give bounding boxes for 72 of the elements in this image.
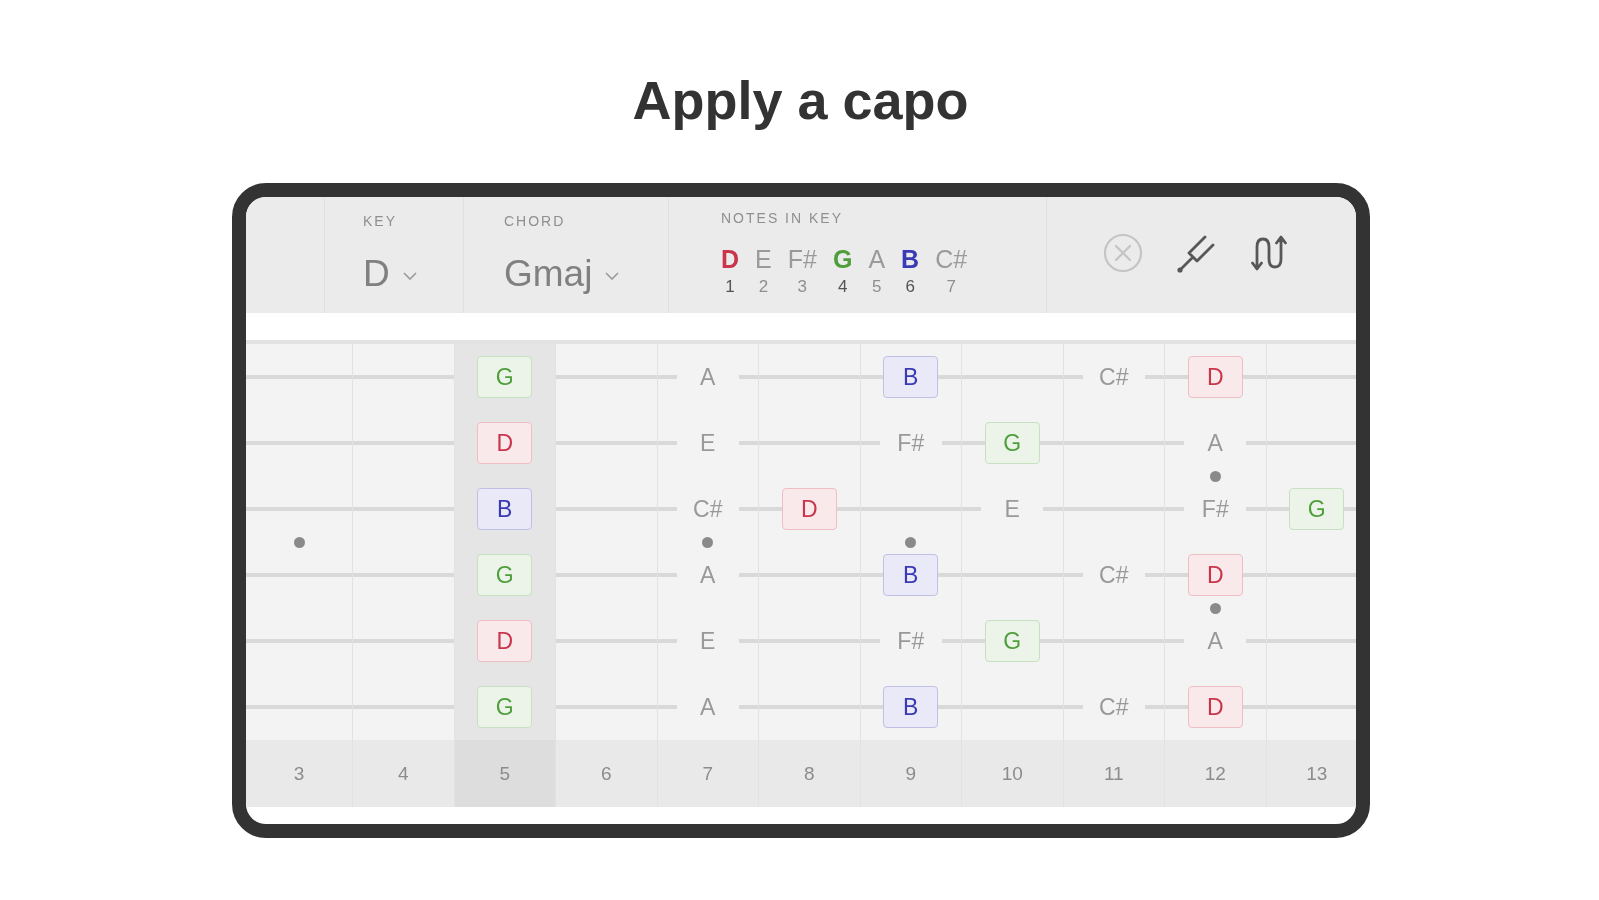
notes-in-key-label: NOTES IN KEY	[721, 210, 844, 226]
inlay-dot-icon	[293, 536, 305, 548]
scale-degree: 5	[872, 277, 882, 297]
scale-note: C#	[692, 495, 724, 523]
scale-note: A	[699, 363, 717, 391]
inlay-dot-icon	[905, 536, 917, 548]
scale-note: F#	[896, 627, 926, 655]
scale-degree: 1	[725, 277, 735, 297]
fret-number: 9	[860, 740, 961, 807]
inlay-dot-icon	[1209, 602, 1221, 614]
scale-note: E	[699, 627, 717, 655]
inlay-dot-icon	[1209, 470, 1221, 482]
chord-note: B	[883, 686, 939, 728]
chord-note: D	[1187, 554, 1243, 596]
fret-number: 7	[657, 740, 758, 807]
fret-number: 5	[454, 740, 555, 807]
clear-icon	[1103, 233, 1143, 273]
chord-note: G	[984, 620, 1040, 662]
chord-note: G	[477, 686, 533, 728]
chord-note: D	[1187, 686, 1243, 728]
page-title: Apply a capo	[632, 69, 969, 132]
fret-number: 13	[1266, 740, 1356, 807]
key-note: D	[721, 245, 740, 273]
tuning-fork-icon	[1176, 233, 1216, 273]
chord-note: G	[984, 422, 1040, 464]
up-down-arrows-icon	[1249, 233, 1289, 273]
scale-degree: 6	[905, 277, 915, 297]
fret-number: 10	[962, 740, 1063, 807]
key-label: KEY	[363, 213, 397, 229]
chord-note: G	[1289, 488, 1345, 530]
scale-note: C#	[1098, 363, 1130, 391]
chord-note: B	[477, 488, 533, 530]
chord-note: G	[477, 356, 533, 398]
chevron-down-icon	[402, 272, 417, 280]
scale-note: A	[699, 693, 717, 721]
fret-number: 6	[556, 740, 657, 807]
fret-number: 12	[1165, 740, 1266, 807]
key-note: G	[832, 245, 853, 273]
chord-note: G	[477, 554, 533, 596]
scale-note: C#	[1098, 561, 1130, 589]
chord-label: CHORD	[504, 213, 566, 229]
chord-note: D	[477, 422, 533, 464]
scale-note: E	[699, 429, 717, 457]
key-note: B	[901, 245, 920, 273]
fret-number: 3	[246, 740, 352, 807]
key-note: E	[755, 245, 772, 273]
fret-number: 8	[759, 740, 860, 807]
key-note: C#	[935, 245, 968, 273]
key-note: A	[868, 245, 886, 273]
scale-note: A	[699, 561, 717, 589]
scale-note: A	[1206, 627, 1224, 655]
scale-degree: 7	[946, 277, 956, 297]
chord-note: D	[1187, 356, 1243, 398]
scale-note: C#	[1098, 693, 1130, 721]
scale-degree: 2	[758, 277, 769, 297]
chevron-down-icon	[605, 272, 620, 280]
chord-note: D	[477, 620, 533, 662]
key-note: F#	[787, 245, 817, 273]
chord-dropdown[interactable]: Gmaj	[504, 250, 620, 298]
chord-note: B	[883, 356, 939, 398]
chord-note: D	[781, 488, 837, 530]
fret-number: 11	[1063, 740, 1164, 807]
inlay-dot-icon	[702, 536, 714, 548]
scale-note: F#	[1200, 495, 1230, 523]
fret-number: 4	[353, 740, 454, 807]
key-dropdown[interactable]: D	[363, 250, 417, 298]
scale-degree: 4	[837, 277, 848, 297]
chord-note: B	[883, 554, 939, 596]
scale-note: E	[1003, 495, 1021, 523]
scale-degree: 3	[797, 277, 808, 297]
scale-note: A	[1206, 429, 1224, 457]
scale-note: F#	[896, 429, 926, 457]
